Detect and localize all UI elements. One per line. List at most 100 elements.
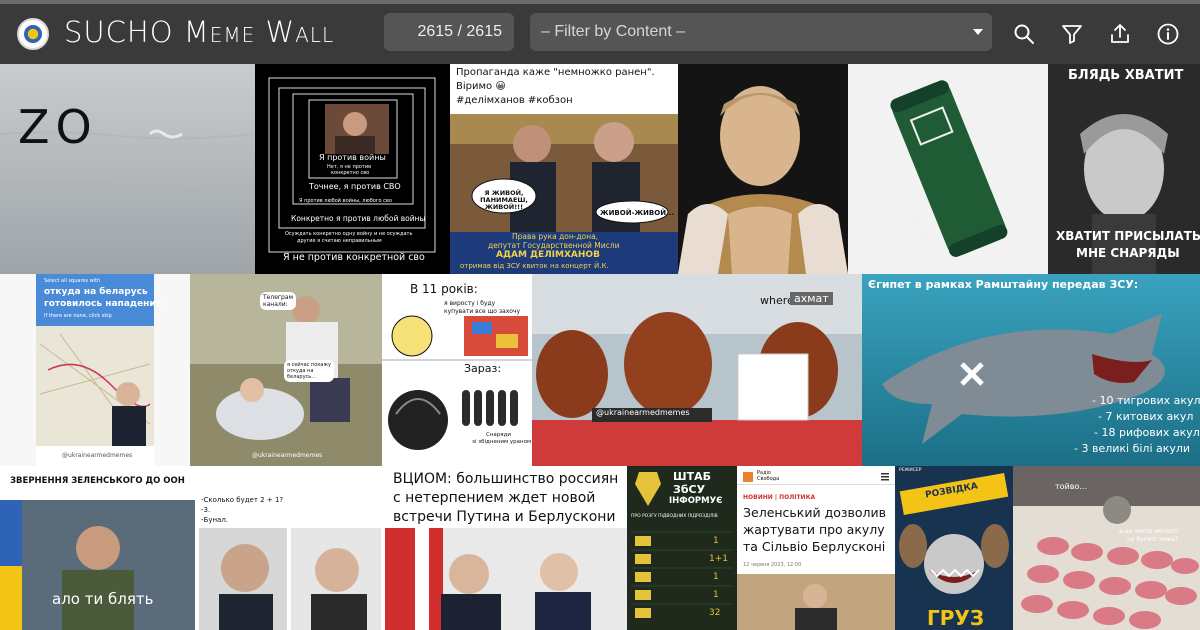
meme-line: Конкретно я против любой войны (291, 214, 426, 223)
meme-caption: Я не против конкретной сво (283, 252, 425, 263)
meme-line: - 3 великі білі акули (1074, 442, 1191, 455)
meme-bottom-text: ХВАТИТ ПРИСЫЛАТЬ (1056, 229, 1200, 243)
meme-heading: ІНФОРМУЄ (669, 496, 723, 506)
speech-bubble: Я ЖИВОЙ, ПАНИМАЕШ, ЖИВОЙ!!! (480, 189, 528, 211)
speech-bubble: Телеграм канали: (260, 292, 297, 310)
content-filter-select[interactable]: – Filter by Content – (530, 13, 992, 51)
meme-tile-bottle[interactable]: ВПАКЕТИКАХ (848, 64, 1048, 274)
captcha-hint: Select all squares with (44, 278, 101, 284)
captcha-subtitle: If there are none, click skip (44, 313, 112, 319)
sucho-logo[interactable] (17, 18, 49, 50)
meme-wall: ZO Я против войны Нет, я не против конкр… (0, 64, 1200, 630)
meme-line: Снаряди (486, 432, 511, 438)
stat-value: 32 (709, 608, 721, 618)
meme-handwriting: ZO (18, 100, 98, 154)
stat-value: 1 (713, 572, 719, 582)
speech-bubble: я сейчас покажу откуда на беларусь... (284, 360, 334, 382)
info-icon[interactable] (1156, 22, 1180, 46)
meme-line: Пропаганда каже "немножко ранен". (456, 67, 655, 78)
content-filter-label: – Filter by Content – (541, 23, 686, 40)
speech-bubble: ЖИВОЙ-ЖИВОЙ... (600, 209, 675, 217)
meme-line: Точнее, я против СВО (309, 182, 401, 191)
meme-line: Осуждать конкретно одну войну и не осужд… (285, 231, 413, 237)
meme-tile-dialog[interactable]: -Сколько будет 2 + 1? -3. -Бунал. (195, 466, 385, 630)
radio-logo-text: Свобода (757, 476, 780, 482)
news-section: НОВИНИ | ПОЛІТИКА (743, 494, 816, 501)
meme-line: -Бунал. (201, 516, 229, 524)
stat-value: 1 (713, 536, 719, 546)
bubble-line: беларусь... (287, 374, 317, 380)
meme-line: #делімханов #кобзон (456, 95, 573, 106)
meme-heading: Зараз: (464, 362, 502, 375)
meme-line: купувати все що захочу (444, 308, 521, 315)
meme-heading: ЗбСУ (673, 483, 706, 496)
watermark: @ukrainearmedmemes (62, 452, 133, 459)
meme-heading: В 11 років: (410, 282, 478, 296)
meme-bottom-text: ГРУЗ (927, 606, 985, 630)
bubble-line: канали: (263, 301, 288, 308)
meme-line: АДАМ ДЕЛІМХАНОВ (496, 250, 600, 260)
meme-caption: ало ти блять (52, 590, 154, 608)
meme-line: отримав від ЗСУ квиток на концерт Й.К. (460, 262, 609, 270)
meme-subtitle: ПРО РОЗГУ ПІДВОДНИХ ПІДРОЗДІЛІВ (631, 514, 718, 519)
meme-line: Я против войны (319, 153, 386, 162)
chevron-down-icon (973, 29, 983, 35)
meme-tile-propaganda[interactable]: Пропаганда каже "немножко ранен". Віримо… (450, 64, 678, 274)
meme-tile-shtab[interactable]: ШТАБ ЗбСУ ІНФОРМУЄ ПРО РОЗГУ ПІДВОДНИХ П… (627, 466, 737, 630)
meme-tile-orangutans[interactable]: where ахмат @ukrainearmedmemes (532, 274, 862, 466)
meme-tile-shark[interactable]: Єгипет в рамках Рамштайну передав ЗСУ: -… (862, 274, 1200, 466)
meme-top-text: БЛЯДЬ ХВАТИТ (1068, 68, 1184, 83)
meme-tile-zo[interactable]: ZO (0, 64, 255, 274)
meme-line: Я против любой войны, любого сво (299, 198, 392, 204)
watermark: @ukrainearmedmemes (596, 408, 690, 417)
meme-line: - 10 тигрових акул (1092, 394, 1200, 407)
share-icon[interactable] (1108, 22, 1132, 46)
meme-caption: ахмат (790, 292, 833, 305)
meme-line: зі збідненим ураном (472, 439, 532, 445)
meme-heading: ШТАБ (673, 470, 711, 483)
watermark: @ukrainearmedmemes (252, 452, 323, 459)
meme-counter[interactable]: 2615 / 2615 (384, 13, 514, 51)
meme-tile-vciom[interactable]: ВЦИОМ: большинство россиян с нетерпением… (385, 466, 627, 630)
filter-icon[interactable] (1060, 22, 1084, 46)
meme-line: другие я считаю неправильным (297, 238, 382, 244)
meme-credit: РЕЖИСЕР (899, 468, 922, 473)
meme-line: Права рука дон-дона, (512, 232, 599, 241)
meme-line: я виросту і буду (444, 300, 496, 307)
news-headline: Зеленський дозволив жартувати про акулу … (743, 505, 886, 554)
meme-caption: а це чисто москоті (1119, 528, 1179, 535)
meme-line: Віримо 😀 (456, 81, 506, 92)
meme-tile-age11[interactable]: В 11 років: я виросту і буду купувати вс… (382, 274, 532, 466)
meme-line: конкретно сво (331, 170, 370, 176)
search-icon[interactable] (1012, 22, 1036, 46)
meme-caption: чи булиті тижа? (1127, 536, 1179, 543)
captcha-title: готовилось нападение (44, 299, 162, 309)
meme-heading: ЗВЕРНЕННЯ ЗЕЛЕНСЬКОГО ДО ООН (10, 476, 185, 486)
meme-caption: тойво... (1055, 482, 1087, 491)
meme-tile-portrait[interactable] (678, 64, 848, 274)
captcha-title: откуда на беларусь (44, 287, 148, 297)
stat-value: 1 (713, 590, 719, 600)
stat-value: 1+1 (709, 554, 728, 564)
meme-tile-razvidka[interactable]: РЕЖИСЕР РОЗВІДКА ГРУЗ (895, 466, 1013, 630)
top-bar: SUCHO Meme Wall 2615 / 2615 – Filter by … (0, 0, 1200, 64)
meme-tile-captcha[interactable]: Select all squares with откуда на белару… (0, 274, 190, 466)
meme-tile-meat[interactable]: тойво... а це чисто москоті чи булиті ти… (1013, 466, 1200, 630)
meme-line: -Сколько будет 2 + 1? (201, 496, 284, 504)
meme-heading: Єгипет в рамках Рамштайну передав ЗСУ: (868, 278, 1139, 291)
meme-tile-radio-svoboda[interactable]: Радіо Свобода НОВИНИ | ПОЛІТИКА Зеленськ… (737, 466, 895, 630)
bubble-line: Телеграм (263, 294, 294, 301)
meme-tile-zelensky-address[interactable]: ЗВЕРНЕННЯ ЗЕЛЕНСЬКОГО ДО ООН ало ти блят… (0, 466, 195, 630)
meme-bottom-text: МНЕ СНАРЯДЫ (1076, 246, 1180, 260)
meme-line: депутат Государственной Мисли (488, 241, 620, 250)
meme-headline: ВЦИОМ: большинство россиян с нетерпением… (393, 471, 619, 525)
meme-line: - 18 рифових акул (1094, 426, 1200, 439)
news-date: 12 червня 2023, 12:00 (743, 562, 802, 568)
meme-tile-walker[interactable]: Телеграм канали: я сейчас покажу откуда … (190, 274, 382, 466)
meme-caption: where (760, 294, 794, 307)
meme-tile-demotivator[interactable]: Я против войны Нет, я не против конкретн… (255, 64, 450, 274)
meme-tile-wagner[interactable]: БЛЯДЬ ХВАТИТ ХВАТИТ ПРИСЫЛАТЬ МНЕ СНАРЯД… (1048, 64, 1200, 274)
app-title: SUCHO Meme Wall (64, 15, 335, 49)
meme-line: - 7 китових акул (1098, 410, 1194, 423)
meme-line: -3. (201, 506, 211, 514)
